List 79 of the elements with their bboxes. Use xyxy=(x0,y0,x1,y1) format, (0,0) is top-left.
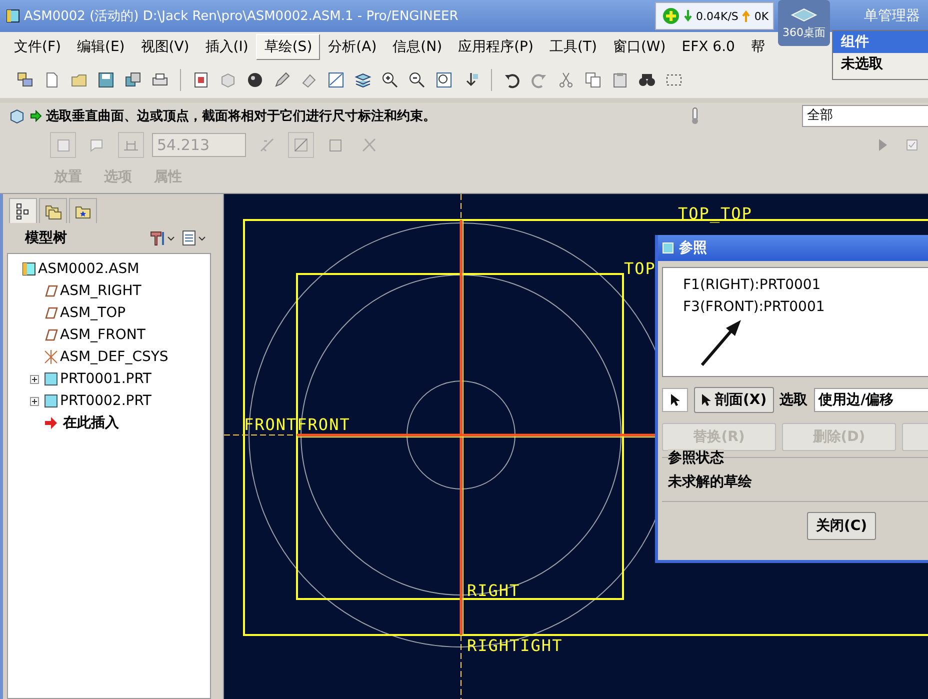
menu-item[interactable]: 文件(F) xyxy=(6,34,69,60)
desktop-widget[interactable]: 360桌面 xyxy=(778,0,830,46)
page-icon[interactable] xyxy=(192,71,210,89)
scissors-icon[interactable] xyxy=(557,71,575,89)
menu-item[interactable]: 信息(N) xyxy=(384,34,450,60)
arrow-icon xyxy=(30,110,42,122)
binoculars-icon[interactable] xyxy=(638,71,656,89)
tree-item[interactable]: ASM_FRONT xyxy=(60,327,146,343)
save-icon[interactable] xyxy=(97,71,115,89)
zoom-out-icon[interactable] xyxy=(408,71,426,89)
arrow-icon xyxy=(699,318,743,368)
download-speed: 0.04K/S xyxy=(696,10,738,22)
window-title: 单管理器 xyxy=(864,7,920,25)
up-arrow-icon xyxy=(742,10,750,22)
select-dropdown[interactable]: 使用边/偏移 xyxy=(814,388,928,412)
reference-item[interactable]: F1(RIGHT):PRT0001 xyxy=(683,274,821,296)
tree-item[interactable]: ASM_DEF_CSYS xyxy=(60,349,168,365)
undo-icon[interactable] xyxy=(503,71,521,89)
list-dropdown-icon[interactable] xyxy=(181,229,207,247)
pencil-icon[interactable] xyxy=(273,71,291,89)
tree-item[interactable]: PRT0001.PRT xyxy=(60,371,152,387)
close-button[interactable]: 关闭(C) xyxy=(807,512,876,540)
tree-item[interactable]: PRT0002.PRT xyxy=(60,393,152,409)
menu-item[interactable]: 帮 xyxy=(742,34,773,60)
prompt-message: 选取垂直曲面、边或顶点，截面将相对于它们进行尺寸标注和约束。 xyxy=(46,108,436,125)
upload-speed: 0K xyxy=(754,10,769,22)
datum-label: TOP_TOP xyxy=(678,204,752,223)
copy-icon[interactable] xyxy=(584,71,602,89)
tools-dropdown-icon[interactable] xyxy=(149,229,175,247)
layers-icon[interactable] xyxy=(354,71,372,89)
expand-icon[interactable] xyxy=(30,396,39,406)
tree-item[interactable]: ASM_RIGHT xyxy=(60,283,142,299)
group-label: 参照状态 xyxy=(668,449,724,467)
plus-circle-icon xyxy=(662,7,680,25)
sphere-icon[interactable] xyxy=(246,71,264,89)
menu-item[interactable]: 组件 xyxy=(833,31,928,53)
panel-title: 模型树 xyxy=(25,229,67,247)
filter-dropdown[interactable]: 全部 xyxy=(802,105,928,127)
assembly-icon xyxy=(20,260,38,278)
tree-item[interactable]: ASM_TOP xyxy=(60,305,126,321)
menu-item[interactable]: 工具(T) xyxy=(541,34,605,60)
coordinate-system-icon xyxy=(42,348,60,366)
tree-item[interactable]: ASM0002.ASM xyxy=(38,261,140,277)
status-text: 未求解的草绘 xyxy=(668,473,753,491)
section-button[interactable]: 剖面(X) xyxy=(694,387,774,413)
zoom-in-icon[interactable] xyxy=(381,71,399,89)
menu-item[interactable]: 未选取 xyxy=(833,53,928,75)
down-arrow-icon xyxy=(684,10,692,22)
menu-item[interactable]: 插入(I) xyxy=(197,34,256,60)
zoom-fit-icon[interactable] xyxy=(435,71,453,89)
menu-item[interactable]: 分析(A) xyxy=(320,34,385,60)
datum-label: TOP xyxy=(624,259,656,278)
tree-item[interactable]: 在此插入 xyxy=(63,414,119,432)
menu-item[interactable]: EFX 6.0 xyxy=(674,35,743,59)
reference-item[interactable]: F3(FRONT):PRT0001 xyxy=(683,296,825,318)
box-icon xyxy=(789,6,819,24)
expand-icon[interactable] xyxy=(30,374,39,384)
pointer-icon xyxy=(701,393,711,407)
stack-icon[interactable] xyxy=(124,71,142,89)
menu-item[interactable]: 窗口(W) xyxy=(604,34,674,60)
menu-item[interactable]: 编辑(E) xyxy=(68,34,133,60)
pointer-icon xyxy=(670,393,680,407)
clipboard-icon[interactable] xyxy=(611,71,629,89)
menu-item[interactable]: 应用程序(P) xyxy=(450,34,542,60)
dialog-title: 参照 xyxy=(679,239,707,257)
graph-icon[interactable] xyxy=(327,71,345,89)
datum-label: RIGHTIGHT xyxy=(467,636,563,655)
part-icon xyxy=(42,370,60,388)
menu-item[interactable]: 视图(V) xyxy=(132,34,198,60)
menu-item[interactable]: 草绘(S) xyxy=(256,34,320,60)
part-icon xyxy=(42,392,60,410)
shapes-icon[interactable] xyxy=(16,71,34,89)
window-title: ASM0002 (活动的) D:\Jack Ren\pro\ASM0002.ASM.1 - Pro/ENGINEER xyxy=(24,8,458,25)
window-icon xyxy=(6,9,20,23)
pointer-button[interactable] xyxy=(662,388,688,412)
check-icon[interactable] xyxy=(906,139,918,151)
select-label: 选取 xyxy=(780,391,808,409)
window-icon xyxy=(662,242,674,254)
arrow-icon xyxy=(42,414,60,432)
